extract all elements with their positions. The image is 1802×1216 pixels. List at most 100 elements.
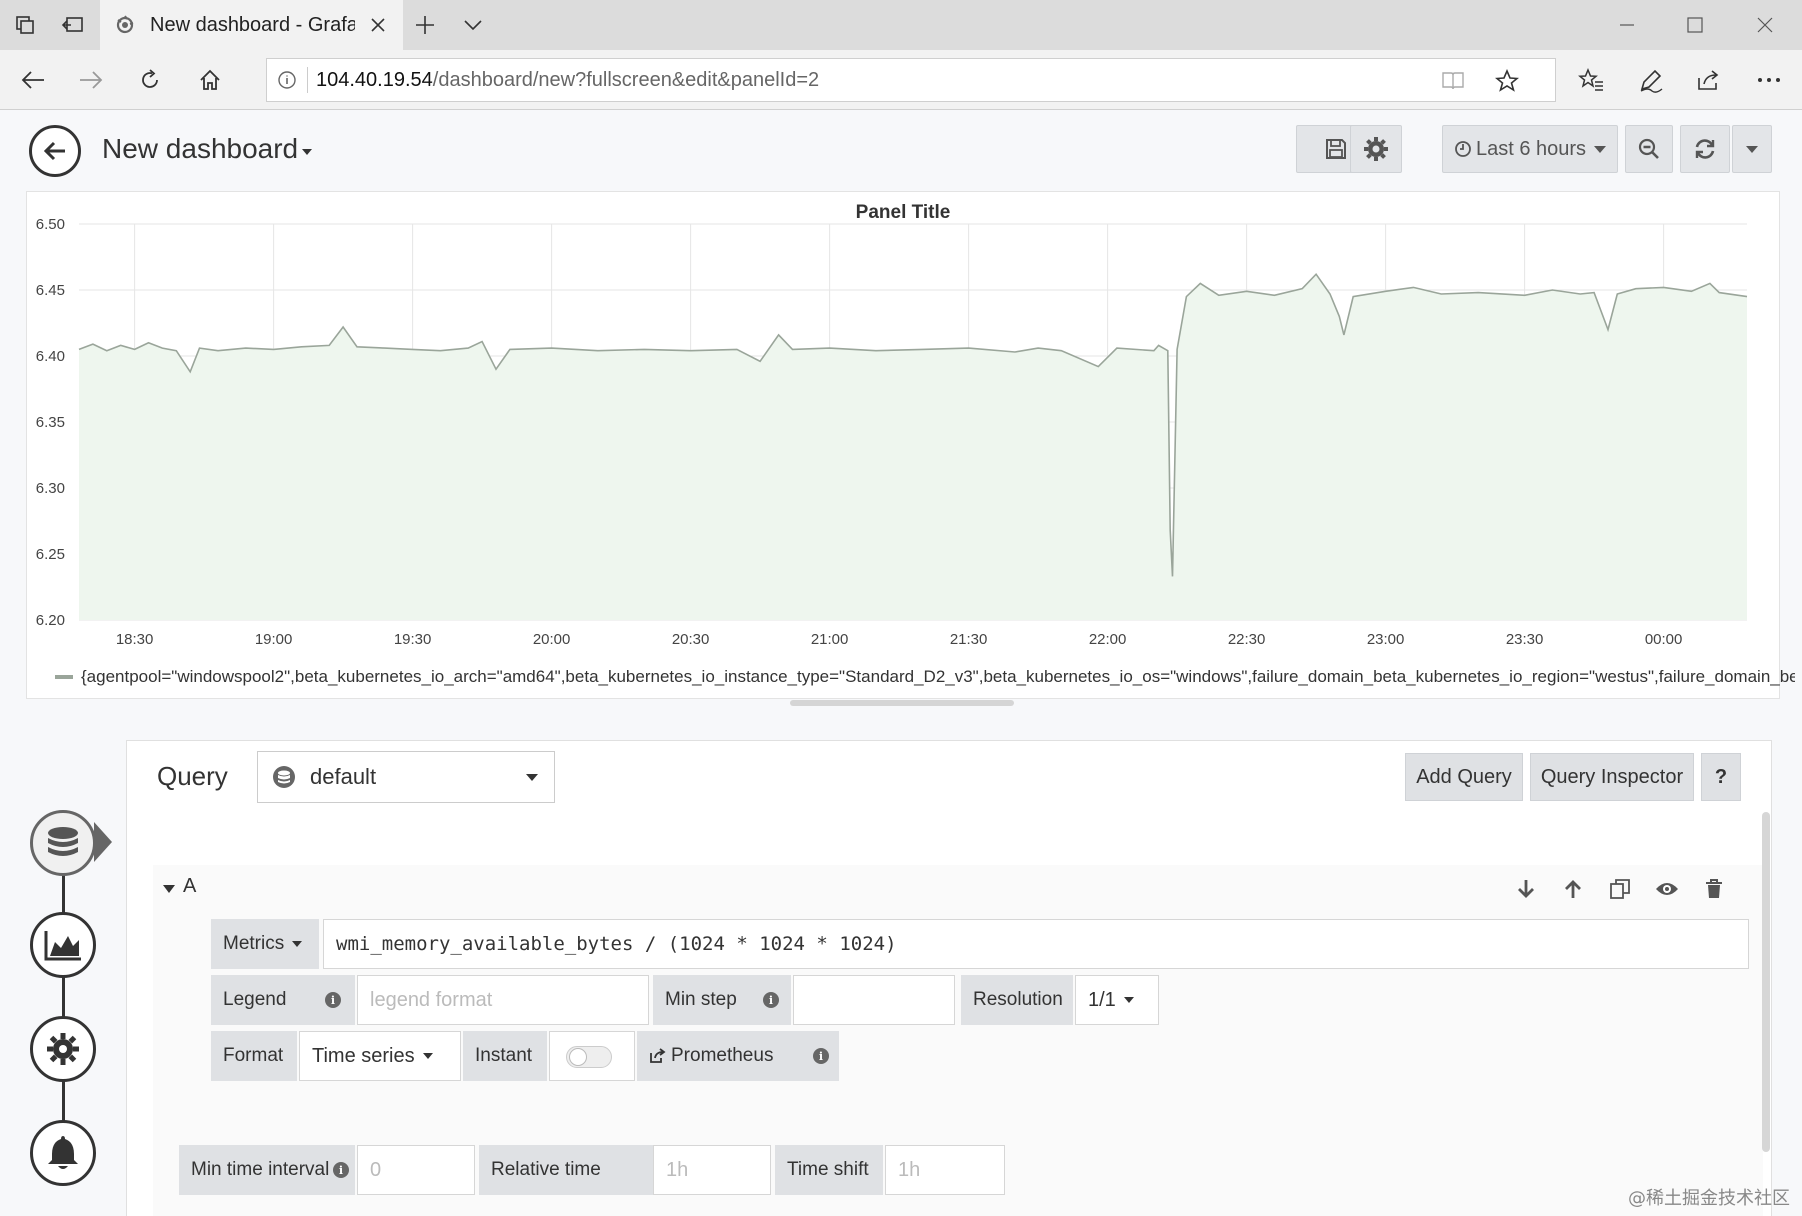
move-up-icon[interactable]	[1557, 873, 1589, 905]
x-tick-label: 22:00	[1089, 631, 1127, 648]
min-time-interval-input[interactable]: 0	[357, 1145, 475, 1195]
dashboard-title[interactable]: New dashboard	[102, 133, 298, 165]
database-icon	[48, 827, 78, 856]
y-tick-label: 6.40	[36, 348, 65, 365]
maximize-window-icon[interactable]	[1672, 8, 1718, 42]
time-shift-field-label: Time shift	[775, 1145, 883, 1195]
min-time-interval-info-icon[interactable]: i	[333, 1162, 349, 1178]
instant-field-label: Instant	[463, 1031, 547, 1081]
url-host: 104.40.19.54	[316, 68, 433, 91]
legend-series-label[interactable]: {agentpool="windowspool2",beta_kubernete…	[81, 667, 1795, 687]
time-picker-button[interactable]: Last 6 hours	[1442, 125, 1618, 173]
toggle-knob	[569, 1048, 587, 1066]
share-icon[interactable]	[1690, 62, 1728, 98]
x-tick-label: 21:00	[811, 631, 849, 648]
x-tick-label: 19:00	[255, 631, 293, 648]
time-picker-caret-icon	[1594, 145, 1607, 153]
time-shift-label: Time shift	[787, 1159, 869, 1180]
min-step-field-label: Min step i	[653, 975, 791, 1025]
relative-time-input[interactable]: 1h	[653, 1145, 771, 1195]
favorites-list-icon[interactable]	[1572, 62, 1610, 98]
minimize-window-icon[interactable]	[1604, 8, 1650, 42]
legend-swatch[interactable]	[55, 675, 73, 679]
general-settings-tab[interactable]	[30, 1016, 96, 1082]
reading-view-icon[interactable]	[1439, 67, 1467, 95]
datasource-select[interactable]: default	[257, 751, 555, 803]
close-window-icon[interactable]	[1742, 8, 1788, 42]
refresh-icon[interactable]	[131, 62, 169, 98]
refresh-dashboard-button[interactable]	[1680, 125, 1730, 173]
more-menu-icon[interactable]	[1750, 62, 1788, 98]
duplicate-query-icon[interactable]	[1604, 873, 1636, 905]
instant-toggle[interactable]	[566, 1046, 612, 1068]
watermark-text: @稀土掘金技术社区	[1628, 1188, 1790, 1209]
queries-tab[interactable]	[30, 810, 96, 876]
metrics-expression-input[interactable]: wmi_memory_available_bytes / (1024 * 102…	[323, 919, 1749, 969]
x-tick-label: 23:30	[1506, 631, 1544, 648]
favorite-star-icon[interactable]	[1493, 67, 1521, 95]
instant-label: Instant	[475, 1045, 533, 1066]
dashboard-title-caret-icon[interactable]	[302, 149, 312, 155]
time-range-label: Last 6 hours	[1475, 137, 1587, 160]
x-tick-label: 18:30	[116, 631, 154, 648]
query-row-header: A	[153, 865, 1763, 913]
new-tab-icon[interactable]	[410, 10, 440, 40]
gear-icon	[1364, 137, 1388, 161]
editor-scrollbar[interactable]	[1762, 812, 1770, 1152]
format-select[interactable]: Time series	[299, 1031, 461, 1081]
time-shift-placeholder: 1h	[898, 1158, 921, 1181]
legend-info-icon[interactable]: i	[325, 992, 341, 1008]
add-query-button[interactable]: Add Query	[1405, 753, 1523, 801]
browser-tab-active[interactable]: New dashboard - Grafana	[100, 0, 403, 50]
tab-preview-chevron-icon[interactable]	[458, 10, 488, 40]
min-step-info-icon[interactable]: i	[763, 992, 779, 1008]
min-time-interval-field-label: Min time interval i	[179, 1145, 355, 1195]
x-tick-label: 20:30	[672, 631, 710, 648]
refresh-interval-caret-icon	[1746, 145, 1758, 153]
alert-tab[interactable]	[30, 1120, 96, 1186]
legend-format-input[interactable]: legend format	[357, 975, 649, 1025]
site-info-icon[interactable]	[267, 70, 307, 90]
help-button[interactable]: ?	[1701, 753, 1741, 801]
datasource-value: default	[310, 764, 377, 789]
prometheus-info-icon[interactable]: i	[813, 1048, 829, 1064]
toggle-visibility-eye-icon[interactable]	[1651, 873, 1683, 905]
panel-resize-handle[interactable]	[790, 700, 1014, 706]
resolution-select[interactable]: 1/1	[1075, 975, 1159, 1025]
query-ref-id[interactable]: A	[183, 875, 196, 898]
url-path: /dashboard/new?fullscreen&edit&panelId=2	[432, 68, 820, 91]
clock-icon	[1455, 141, 1471, 157]
time-series-chart[interactable]: 6.20 6.25 6.30 6.35 6.40 6.45 6.50 18:30 19:00 19…	[27, 192, 1781, 662]
min-time-interval-placeholder: 0	[370, 1158, 382, 1181]
instant-toggle-wrapper	[549, 1031, 635, 1081]
forward-arrow-icon[interactable]	[72, 62, 110, 98]
prometheus-link[interactable]: Prometheus i	[637, 1031, 839, 1081]
url-field[interactable]: 104.40.19.54/dashboard/new?fullscreen&ed…	[266, 58, 1556, 102]
refresh-interval-dropdown[interactable]	[1732, 125, 1772, 173]
zoom-out-icon	[1638, 138, 1659, 159]
home-icon[interactable]	[191, 62, 229, 98]
pen-notes-icon[interactable]	[1632, 62, 1670, 98]
tab-list-icon[interactable]	[10, 10, 40, 40]
visualization-tab[interactable]	[30, 912, 96, 978]
x-tick-label: 19:30	[394, 631, 432, 648]
back-arrow-icon[interactable]	[14, 62, 52, 98]
url-separator	[307, 67, 308, 93]
time-shift-input[interactable]: 1h	[885, 1145, 1005, 1195]
zoom-out-button[interactable]	[1625, 125, 1673, 173]
y-tick-label: 6.35	[36, 414, 65, 431]
set-aside-tabs-icon[interactable]	[58, 10, 88, 40]
tab-close-icon[interactable]	[365, 12, 391, 38]
dashboard-settings-button[interactable]	[1350, 125, 1402, 173]
x-tick-label: 21:30	[950, 631, 988, 648]
query-inspector-button[interactable]: Query Inspector	[1530, 753, 1694, 801]
move-down-icon[interactable]	[1510, 873, 1542, 905]
back-to-dashboard-button[interactable]	[29, 125, 81, 177]
metrics-dropdown[interactable]: Metrics	[211, 919, 319, 969]
metrics-expression: wmi_memory_available_bytes / (1024 * 102…	[336, 933, 897, 955]
collapse-query-caret-icon[interactable]	[163, 885, 175, 893]
min-step-input[interactable]	[793, 975, 955, 1025]
x-tick-label: 00:00	[1645, 631, 1683, 648]
legend-label: Legend	[223, 989, 287, 1010]
delete-query-trash-icon[interactable]	[1698, 873, 1730, 905]
